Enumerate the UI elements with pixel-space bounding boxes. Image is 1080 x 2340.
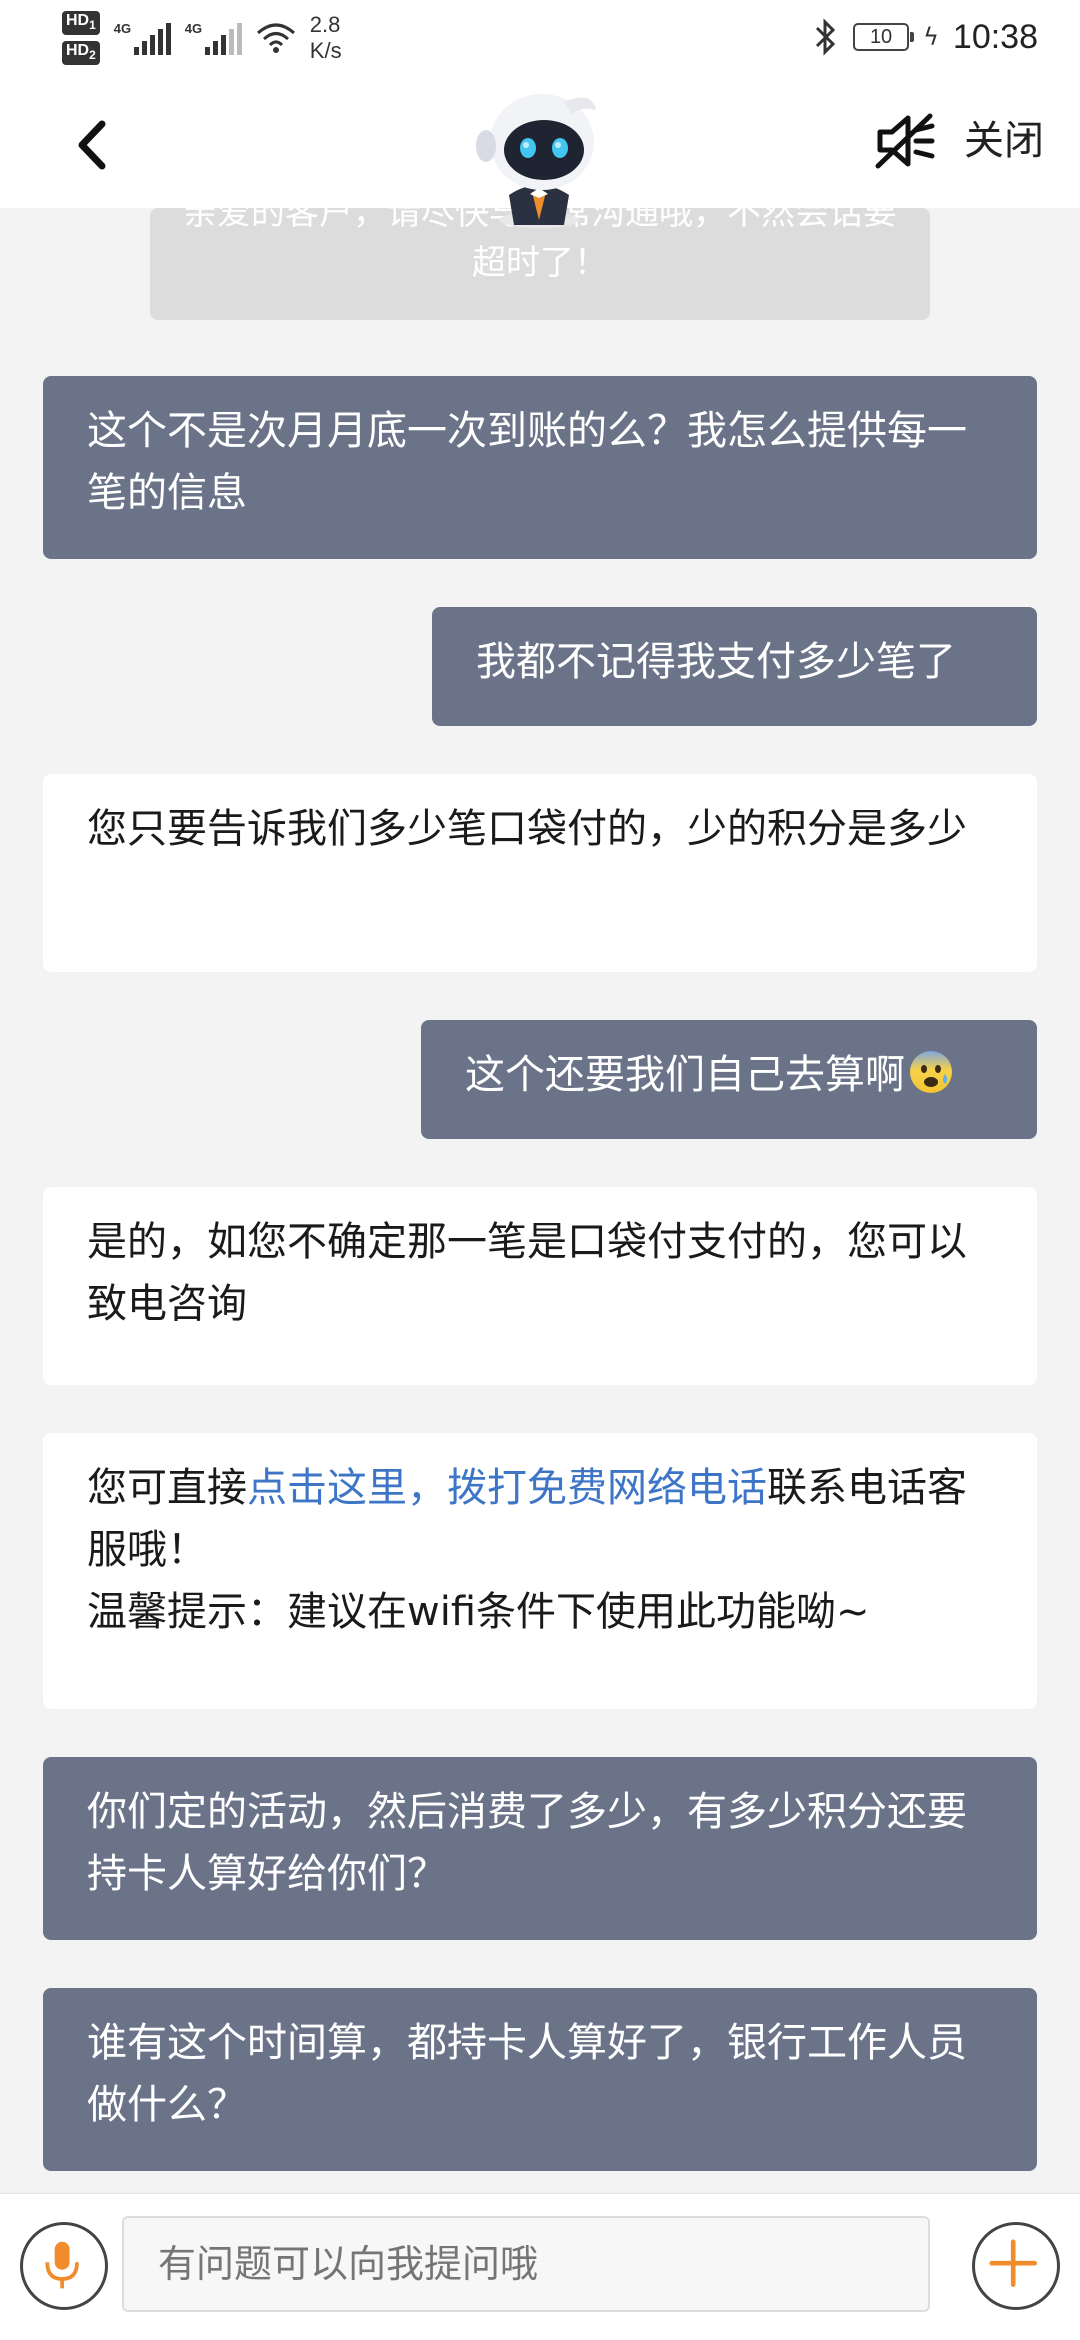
robot-avatar-icon: [476, 94, 596, 228]
wifi-icon: [256, 23, 295, 53]
message-input[interactable]: [122, 2216, 930, 2312]
status-right: 10 ϟ 10:38: [813, 12, 1038, 62]
status-bar: HD1 HD2 4G 4G 2.8 K/s 10 ϟ 10:38: [0, 0, 1080, 80]
signal-icon: 4G: [114, 21, 171, 55]
message-bubble-incoming: 您只要告诉我们多少笔口袋付的，少的积分是多少: [43, 774, 1037, 972]
message-bubble-outgoing: 这个还要我们自己去算啊: [421, 1020, 1037, 1139]
signal-icon-2: 4G: [185, 21, 242, 55]
wifi-tip: 温馨提示：建议在wifi条件下使用此功能呦~: [87, 1589, 870, 1635]
hd-badge-1: HD1: [62, 10, 100, 35]
call-free-link[interactable]: 点击这里，拨打免费网络电话: [247, 1465, 767, 1511]
chat-header: 关闭: [0, 80, 1080, 228]
anxious-face-emoji-icon: [910, 1051, 952, 1093]
close-button[interactable]: 关闭: [964, 116, 1044, 166]
battery-icon: 10: [853, 23, 915, 51]
network-speed: 2.8 K/s: [309, 12, 342, 63]
more-options-button[interactable]: [972, 2222, 1060, 2310]
message-bubble-outgoing: 谁有这个时间算，都持卡人算好了，银行工作人员做什么？: [43, 1988, 1037, 2171]
message-bubble-incoming: 是的，如您不确定那一笔是口袋付支付的，您可以致电咨询: [43, 1187, 1037, 1385]
microphone-icon: [45, 2241, 79, 2289]
hd-indicators: HD1 HD2: [62, 10, 100, 66]
charging-icon: ϟ: [923, 23, 939, 51]
input-bar: [0, 2193, 1080, 2340]
message-bubble-incoming-call: 您可直接点击这里，拨打免费网络电话联系电话客服哦！ 温馨提示：建议在wifi条件…: [43, 1433, 1037, 1709]
status-left: HD1 HD2 4G 4G 2.8 K/s: [62, 8, 342, 68]
message-bubble-outgoing: 这个不是次月月底一次到账的么？我怎么提供每一笔的信息: [43, 376, 1037, 559]
back-arrow-icon[interactable]: [58, 110, 128, 180]
mute-speaker-icon[interactable]: [872, 108, 938, 174]
plus-icon: [989, 2239, 1037, 2287]
message-bubble-outgoing: 你们定的活动，然后消费了多少，有多少积分还要持卡人算好给你们？: [43, 1757, 1037, 1940]
message-bubble-outgoing: 我都不记得我支付多少笔了: [432, 607, 1037, 726]
microphone-button[interactable]: [20, 2222, 108, 2310]
hd-badge-2: HD2: [62, 41, 100, 66]
chat-message-list[interactable]: 亲爱的客户，请尽快与坐席沟通哦，不然会话要超时了！ 这个不是次月月底一次到账的么…: [0, 208, 1080, 2193]
clock: 10:38: [952, 17, 1038, 56]
bluetooth-icon: [816, 18, 836, 56]
